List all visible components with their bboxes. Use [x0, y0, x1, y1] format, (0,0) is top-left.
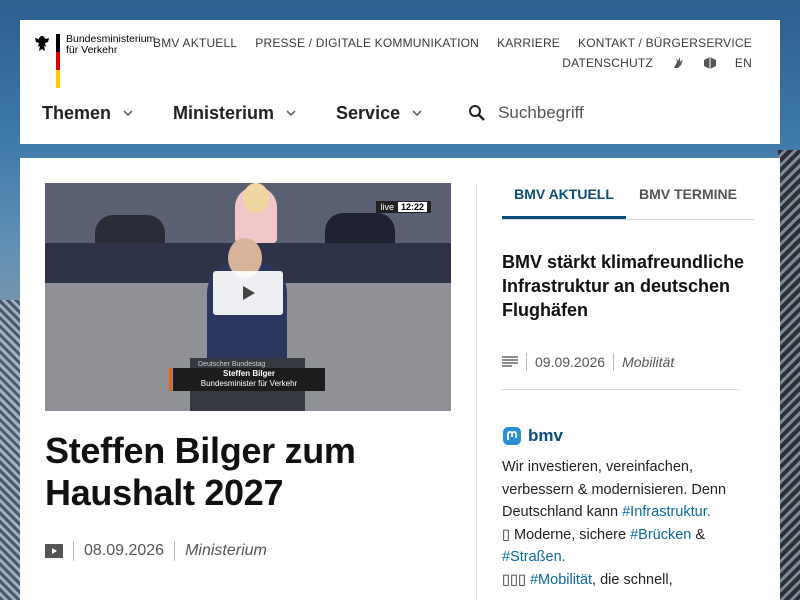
lower-third-org: Deutscher Bundestag — [198, 361, 266, 368]
logo-text: Bundesministerium für Verkehr — [66, 34, 155, 56]
tab-bmv-termine[interactable]: BMV TERMINE — [626, 183, 750, 219]
main-navigation: Themen Ministerium Service — [42, 102, 651, 124]
nav-item-label: Service — [336, 102, 401, 123]
federal-eagle-icon — [35, 36, 49, 51]
video-time: 12:22 — [397, 202, 427, 212]
search-bar — [468, 102, 651, 124]
tab-bmv-aktuell[interactable]: BMV AKTUELL — [502, 183, 626, 219]
language-switch-en[interactable]: EN — [735, 56, 752, 70]
video-lower-third: Deutscher Bundestag Steffen Bilger Bunde… — [169, 361, 325, 391]
social-post-text: Wir investieren, vereinfachen, verbesser… — [502, 456, 742, 591]
top-link-karriere[interactable]: KARRIERE — [497, 36, 560, 50]
chevron-down-icon — [412, 110, 422, 117]
play-icon — [243, 286, 255, 300]
article-meta: 08.09.2026 Ministerium — [45, 541, 267, 561]
logo-line-2: für Verkehr — [66, 44, 118, 56]
post-text-segment: , die schnell, — [592, 571, 673, 588]
column-divider — [476, 183, 477, 600]
post-text-segment: Moderne, sichere — [509, 526, 631, 543]
section-divider — [502, 389, 740, 390]
hashtag-link[interactable]: #Brücken — [630, 527, 691, 543]
site-header: Bundesministerium für Verkehr BMV AKTUEL… — [20, 20, 780, 144]
lower-third-name: Steffen Bilger — [222, 369, 275, 378]
easy-language-icon[interactable] — [703, 56, 717, 70]
news-meta: 09.09.2026 Mobilität — [502, 353, 674, 371]
top-navigation: BMV AKTUELL PRESSE / DIGITALE KOMMUNIKAT… — [153, 36, 752, 70]
ministry-logo[interactable]: Bundesministerium für Verkehr — [32, 34, 155, 88]
sign-language-icon[interactable] — [671, 56, 685, 70]
hashtag-link[interactable]: #Mobilität — [530, 572, 592, 588]
meta-separator — [174, 541, 176, 561]
lower-third-accent — [169, 368, 172, 391]
article-date: 08.09.2026 — [84, 542, 165, 559]
video-icon — [45, 544, 63, 558]
meta-separator — [613, 353, 615, 371]
meta-separator — [526, 353, 527, 371]
mastodon-icon — [503, 427, 521, 445]
article-title[interactable]: Steffen Bilger zum Haushalt 2027 — [45, 430, 465, 514]
news-category: Mobilität — [622, 354, 675, 370]
social-account: bmv — [528, 426, 563, 445]
chevron-down-icon — [123, 110, 133, 117]
live-indicator: live 12:22 — [376, 201, 431, 213]
news-tabs: BMV AKTUELL BMV TERMINE — [502, 183, 754, 220]
content-card: live 12:22 Deutscher Bundestag Steffen Bi… — [20, 158, 780, 600]
post-text-segment: & — [691, 526, 706, 543]
flag-emoji-icon: ▯ — [502, 526, 510, 543]
nav-item-service[interactable]: Service — [336, 103, 422, 124]
video-figure — [243, 183, 269, 213]
top-link-bmv-aktuell[interactable]: BMV AKTUELL — [153, 36, 237, 50]
nav-item-label: Themen — [42, 102, 112, 123]
background-crane-right — [778, 150, 800, 600]
video-player[interactable]: live 12:22 Deutscher Bundestag Steffen Bi… — [45, 183, 451, 411]
search-icon[interactable] — [468, 104, 486, 122]
news-title[interactable]: BMV stärkt klimafreundliche Infrastruktu… — [502, 250, 752, 322]
nav-item-ministerium[interactable]: Ministerium — [173, 103, 296, 124]
news-date: 09.09.2026 — [535, 354, 606, 370]
social-header[interactable]: bmv — [502, 426, 563, 446]
hashtag-link[interactable]: #Infrastruktur. — [622, 504, 711, 520]
meta-separator — [73, 541, 74, 561]
lower-third-role: Bundesminister für Verkehr — [200, 379, 298, 388]
nav-item-label: Ministerium — [173, 102, 275, 123]
article-category: Ministerium — [185, 542, 267, 559]
top-link-kontakt[interactable]: KONTAKT / BÜRGERSERVICE — [578, 36, 752, 50]
chevron-down-icon — [286, 110, 296, 117]
top-link-presse[interactable]: PRESSE / DIGITALE KOMMUNIKATION — [255, 36, 479, 50]
search-input[interactable] — [496, 102, 651, 124]
live-label: live — [380, 202, 394, 212]
hashtag-link[interactable]: #Straßen. — [502, 549, 566, 565]
top-link-datenschutz[interactable]: DATENSCHUTZ — [562, 56, 653, 70]
play-button[interactable] — [213, 271, 283, 315]
background-crane-left — [0, 300, 22, 600]
text-icon — [502, 356, 518, 367]
nav-item-themen[interactable]: Themen — [42, 103, 133, 124]
emoji-icons: ▯▯▯ — [502, 571, 526, 588]
german-flag-stripe — [56, 34, 60, 88]
